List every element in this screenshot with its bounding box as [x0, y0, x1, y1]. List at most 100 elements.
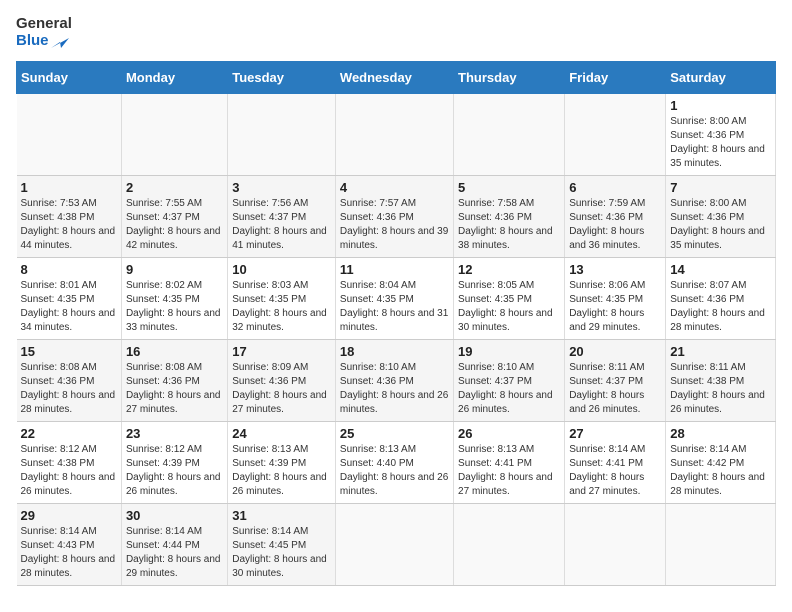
- week-row: 1Sunrise: 8:00 AMSunset: 4:36 PMDaylight…: [17, 94, 776, 176]
- day-cell: 18Sunrise: 8:10 AMSunset: 4:36 PMDayligh…: [335, 340, 453, 422]
- day-info: Sunrise: 8:14 AMSunset: 4:41 PMDaylight:…: [569, 443, 661, 499]
- day-cell: [565, 504, 666, 586]
- day-number: 30: [126, 508, 223, 523]
- day-cell: 9 Sunrise: 8:02 AMSunset: 4:35 PMDaylight…: [121, 258, 227, 340]
- day-cell: 5 Sunrise: 7:58 AMSunset: 4:36 PMDaylight…: [454, 176, 565, 258]
- day-cell: 3 Sunrise: 7:56 AMSunset: 4:37 PMDaylight…: [228, 176, 336, 258]
- day-cell: [228, 94, 336, 176]
- day-info: Sunrise: 7:59 AMSunset: 4:36 PMDaylight:…: [569, 197, 661, 253]
- day-number: 7: [670, 180, 771, 195]
- header-day: Sunday: [17, 62, 122, 94]
- day-cell: 10 Sunrise: 8:03 AMSunset: 4:35 PMDayligh…: [228, 258, 336, 340]
- day-cell: 12 Sunrise: 8:05 AMSunset: 4:35 PMDayligh…: [454, 258, 565, 340]
- day-number: 10: [232, 262, 331, 277]
- day-cell: [454, 504, 565, 586]
- week-row: 22Sunrise: 8:12 AMSunset: 4:38 PMDayligh…: [17, 422, 776, 504]
- day-number: 5: [458, 180, 560, 195]
- day-info: Sunrise: 8:14 AMSunset: 4:45 PMDaylight:…: [232, 525, 331, 581]
- day-number: 27: [569, 426, 661, 441]
- day-info: Sunrise: 8:10 AMSunset: 4:36 PMDaylight:…: [340, 361, 449, 417]
- calendar-table: SundayMondayTuesdayWednesdayThursdayFrid…: [16, 61, 776, 586]
- day-info: Sunrise: 8:03 AMSunset: 4:35 PMDaylight:…: [232, 279, 331, 335]
- day-info: Sunrise: 8:14 AMSunset: 4:44 PMDaylight:…: [126, 525, 223, 581]
- header-row: SundayMondayTuesdayWednesdayThursdayFrid…: [17, 62, 776, 94]
- day-info: Sunrise: 8:12 AMSunset: 4:38 PMDaylight:…: [21, 443, 117, 499]
- day-number: 15: [21, 344, 117, 359]
- header-day: Friday: [565, 62, 666, 94]
- day-info: Sunrise: 8:02 AMSunset: 4:35 PMDaylight:…: [126, 279, 223, 335]
- day-info: Sunrise: 7:57 AMSunset: 4:36 PMDaylight:…: [340, 197, 449, 253]
- header-day: Monday: [121, 62, 227, 94]
- day-cell: [121, 94, 227, 176]
- day-number: 20: [569, 344, 661, 359]
- day-cell: [335, 94, 453, 176]
- day-cell: 20Sunrise: 8:11 AMSunset: 4:37 PMDayligh…: [565, 340, 666, 422]
- day-number: 4: [340, 180, 449, 195]
- day-info: Sunrise: 8:08 AMSunset: 4:36 PMDaylight:…: [126, 361, 223, 417]
- day-info: Sunrise: 8:10 AMSunset: 4:37 PMDaylight:…: [458, 361, 560, 417]
- day-number: 13: [569, 262, 661, 277]
- day-number: 17: [232, 344, 331, 359]
- header-day: Thursday: [454, 62, 565, 94]
- day-info: Sunrise: 8:14 AMSunset: 4:43 PMDaylight:…: [21, 525, 117, 581]
- day-cell: 14Sunrise: 8:07 AMSunset: 4:36 PMDayligh…: [666, 258, 776, 340]
- day-number: 31: [232, 508, 331, 523]
- logo-text: General Blue: [16, 16, 72, 49]
- day-cell: 1Sunrise: 8:00 AMSunset: 4:36 PMDaylight…: [666, 94, 776, 176]
- day-cell: [565, 94, 666, 176]
- day-cell: 19 Sunrise: 8:10 AMSunset: 4:37 PMDayligh…: [454, 340, 565, 422]
- header-day: Saturday: [666, 62, 776, 94]
- day-cell: [17, 94, 122, 176]
- day-cell: 23 Sunrise: 8:12 AMSunset: 4:39 PMDayligh…: [121, 422, 227, 504]
- day-cell: [666, 504, 776, 586]
- day-info: Sunrise: 8:13 AMSunset: 4:41 PMDaylight:…: [458, 443, 560, 499]
- week-row: 8Sunrise: 8:01 AMSunset: 4:35 PMDaylight…: [17, 258, 776, 340]
- day-number: 26: [458, 426, 560, 441]
- day-info: Sunrise: 7:56 AMSunset: 4:37 PMDaylight:…: [232, 197, 331, 253]
- day-info: Sunrise: 8:12 AMSunset: 4:39 PMDaylight:…: [126, 443, 223, 499]
- day-number: 9: [126, 262, 223, 277]
- day-info: Sunrise: 8:08 AMSunset: 4:36 PMDaylight:…: [21, 361, 117, 417]
- day-number: 12: [458, 262, 560, 277]
- day-cell: 25Sunrise: 8:13 AMSunset: 4:40 PMDayligh…: [335, 422, 453, 504]
- day-cell: 27 Sunrise: 8:14 AMSunset: 4:41 PMDayligh…: [565, 422, 666, 504]
- calendar-body: 1Sunrise: 8:00 AMSunset: 4:36 PMDaylight…: [17, 94, 776, 586]
- day-number: 24: [232, 426, 331, 441]
- day-info: Sunrise: 8:05 AMSunset: 4:35 PMDaylight:…: [458, 279, 560, 335]
- day-cell: 16Sunrise: 8:08 AMSunset: 4:36 PMDayligh…: [121, 340, 227, 422]
- day-info: Sunrise: 8:09 AMSunset: 4:36 PMDaylight:…: [232, 361, 331, 417]
- day-cell: 6 Sunrise: 7:59 AMSunset: 4:36 PMDaylight…: [565, 176, 666, 258]
- day-number: 11: [340, 262, 449, 277]
- day-cell: 22Sunrise: 8:12 AMSunset: 4:38 PMDayligh…: [17, 422, 122, 504]
- day-number: 1: [21, 180, 117, 195]
- day-cell: 29Sunrise: 8:14 AMSunset: 4:43 PMDayligh…: [17, 504, 122, 586]
- day-number: 28: [670, 426, 771, 441]
- page-header: General Blue: [16, 16, 776, 49]
- day-info: Sunrise: 8:01 AMSunset: 4:35 PMDaylight:…: [21, 279, 117, 335]
- day-number: 21: [670, 344, 771, 359]
- day-info: Sunrise: 8:06 AMSunset: 4:35 PMDaylight:…: [569, 279, 661, 335]
- day-number: 19: [458, 344, 560, 359]
- day-cell: 2Sunrise: 7:55 AMSunset: 4:37 PMDaylight…: [121, 176, 227, 258]
- logo: General Blue: [16, 16, 72, 49]
- day-cell: 28Sunrise: 8:14 AMSunset: 4:42 PMDayligh…: [666, 422, 776, 504]
- header-day: Tuesday: [228, 62, 336, 94]
- day-info: Sunrise: 7:55 AMSunset: 4:37 PMDaylight:…: [126, 197, 223, 253]
- day-cell: 11 Sunrise: 8:04 AMSunset: 4:35 PMDayligh…: [335, 258, 453, 340]
- day-number: 6: [569, 180, 661, 195]
- day-info: Sunrise: 8:04 AMSunset: 4:35 PMDaylight:…: [340, 279, 449, 335]
- header-day: Wednesday: [335, 62, 453, 94]
- calendar-header: SundayMondayTuesdayWednesdayThursdayFrid…: [17, 62, 776, 94]
- day-number: 1: [670, 98, 771, 113]
- day-number: 3: [232, 180, 331, 195]
- day-info: Sunrise: 7:58 AMSunset: 4:36 PMDaylight:…: [458, 197, 560, 253]
- day-info: Sunrise: 8:13 AMSunset: 4:40 PMDaylight:…: [340, 443, 449, 499]
- day-number: 23: [126, 426, 223, 441]
- day-cell: 30 Sunrise: 8:14 AMSunset: 4:44 PMDayligh…: [121, 504, 227, 586]
- day-info: Sunrise: 8:07 AMSunset: 4:36 PMDaylight:…: [670, 279, 771, 335]
- day-cell: 26 Sunrise: 8:13 AMSunset: 4:41 PMDayligh…: [454, 422, 565, 504]
- day-cell: 17 Sunrise: 8:09 AMSunset: 4:36 PMDayligh…: [228, 340, 336, 422]
- week-row: 15 Sunrise: 8:08 AMSunset: 4:36 PMDayligh…: [17, 340, 776, 422]
- day-cell: 31 Sunrise: 8:14 AMSunset: 4:45 PMDayligh…: [228, 504, 336, 586]
- day-cell: 21Sunrise: 8:11 AMSunset: 4:38 PMDayligh…: [666, 340, 776, 422]
